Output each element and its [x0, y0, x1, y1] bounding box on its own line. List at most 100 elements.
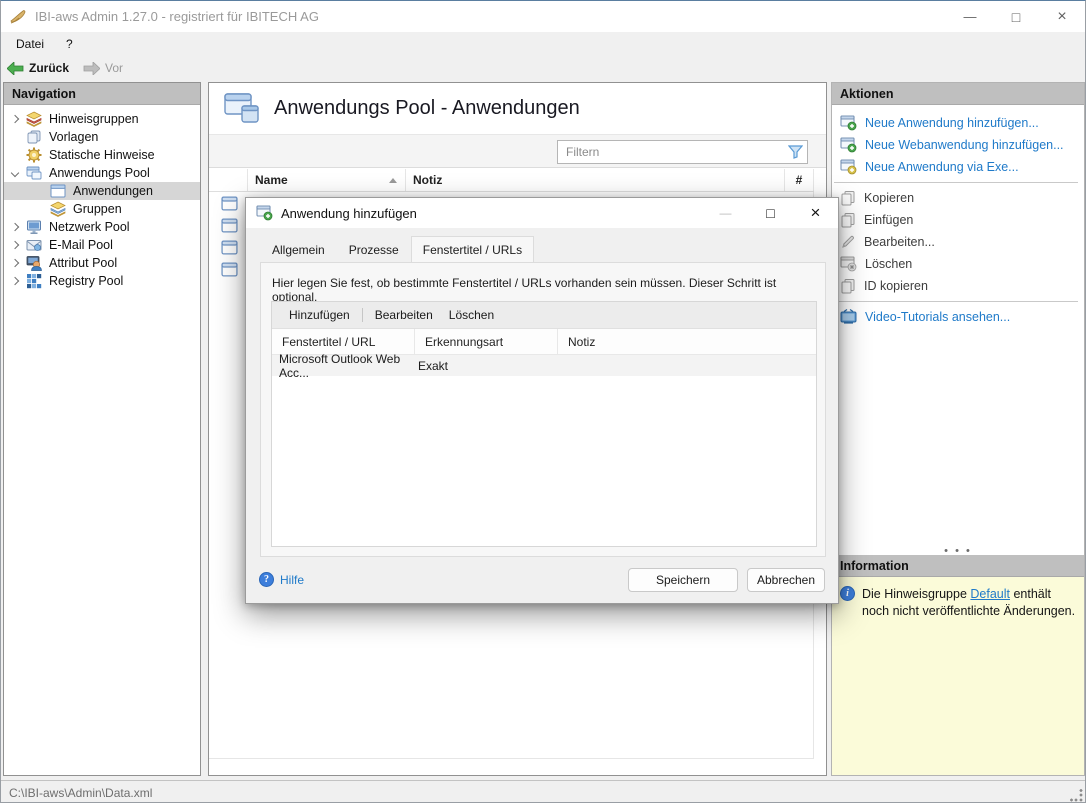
filter-input[interactable]	[558, 145, 783, 159]
cancel-button[interactable]: Abbrechen	[747, 568, 825, 592]
dialog-maximize-button[interactable]: □	[748, 198, 793, 228]
list-delete-button[interactable]: Löschen	[441, 304, 502, 326]
window-add-yellow-icon	[840, 159, 857, 175]
filter-box	[557, 140, 808, 164]
table-header-name[interactable]: Name	[248, 169, 406, 191]
dialog-list-row[interactable]: Microsoft Outlook Web Acc... Exakt	[272, 355, 816, 376]
anwendungen-header-icon	[224, 93, 260, 124]
main-header: Anwendungs Pool - Anwendungen	[209, 83, 826, 134]
grid-blue-icon	[26, 273, 43, 289]
nav-item-email-pool[interactable]: E-Mail Pool	[4, 236, 200, 254]
status-bar: C:\IBI-aws\Admin\Data.xml	[1, 780, 1085, 803]
nav-item-netzwerk-pool[interactable]: Netzwerk Pool	[4, 218, 200, 236]
forward-button[interactable]: Vor	[83, 61, 123, 75]
panel-splitter-grip[interactable]: • • •	[832, 546, 1084, 555]
dialog-title-bar[interactable]: Anwendung hinzufügen — □ ×	[246, 198, 838, 228]
paste-icon	[840, 212, 856, 228]
layers-gold-blue-icon	[50, 201, 67, 217]
nav-item-anwendungs-pool[interactable]: Anwendungs Pool	[4, 164, 200, 182]
action-kopieren[interactable]: Kopieren	[832, 187, 1084, 209]
actions-panel: Aktionen Neue Anwendung hinzufügen... Ne…	[831, 82, 1085, 776]
tab-prozesse[interactable]: Prozesse	[337, 238, 411, 262]
app-windows-icon	[26, 165, 43, 181]
filter-funnel-icon[interactable]	[783, 145, 807, 159]
action-video-tutorials[interactable]: Video-Tutorials ansehen...	[832, 306, 1084, 328]
default-group-link[interactable]: Default	[970, 587, 1010, 601]
information-text: Die Hinweisgruppe Default enthält noch n…	[862, 586, 1076, 775]
information-section: Information	[832, 555, 1084, 577]
dialog-list-box: Hinzufügen Bearbeiten Löschen Fenstertit…	[271, 301, 817, 547]
statusbar-path: C:\IBI-aws\Admin\Data.xml	[9, 786, 152, 800]
help-link[interactable]: ? Hilfe	[259, 572, 304, 587]
app-window-icon	[221, 218, 238, 233]
window-add-green-icon	[840, 137, 857, 153]
dialog-title: Anwendung hinzufügen	[281, 206, 417, 221]
action-neue-anwendung-via-exe[interactable]: Neue Anwendung via Exe...	[832, 156, 1084, 178]
nav-item-gruppen[interactable]: Gruppen	[4, 200, 200, 218]
action-id-kopieren[interactable]: ID kopieren	[832, 275, 1084, 297]
information-body: i Die Hinweisgruppe Default enthält noch…	[832, 577, 1084, 775]
actions-header: Aktionen	[832, 83, 1084, 105]
envelope-icon	[26, 237, 43, 253]
page-title: Anwendungs Pool - Anwendungen	[274, 97, 580, 120]
documents-icon	[26, 129, 43, 145]
sort-ascending-icon	[389, 178, 397, 183]
action-einfuegen[interactable]: Einfügen	[832, 209, 1084, 231]
person-monitor-icon	[26, 255, 43, 271]
copy-id-icon	[840, 278, 856, 294]
navigation-header: Navigation	[4, 83, 200, 105]
menu-help[interactable]: ?	[57, 34, 82, 54]
chevron-right-icon[interactable]	[4, 224, 26, 230]
minimize-button[interactable]: —	[947, 1, 993, 32]
list-edit-button[interactable]: Bearbeiten	[367, 304, 441, 326]
dialog-close-button[interactable]: ×	[793, 198, 838, 228]
action-bearbeiten[interactable]: Bearbeiten...	[832, 231, 1084, 253]
action-neue-anwendung[interactable]: Neue Anwendung hinzufügen...	[832, 112, 1084, 134]
actions-list: Neue Anwendung hinzufügen... Neue Webanw…	[832, 105, 1084, 328]
action-neue-webanwendung[interactable]: Neue Webanwendung hinzufügen...	[832, 134, 1084, 156]
table-header-count[interactable]: #	[785, 169, 814, 191]
menu-datei[interactable]: Datei	[7, 34, 53, 54]
maximize-button[interactable]: □	[993, 1, 1039, 32]
table-header-icon-col[interactable]	[209, 169, 248, 191]
list-add-button[interactable]: Hinzufügen	[281, 304, 358, 326]
help-circle-icon: ?	[259, 572, 274, 587]
chevron-right-icon[interactable]	[4, 116, 26, 122]
col-fenstertitel-url[interactable]: Fenstertitel / URL	[272, 329, 415, 354]
monitor-icon	[26, 219, 43, 235]
app-window-icon	[221, 196, 238, 211]
tab-fenstertitel-urls[interactable]: Fenstertitel / URLs	[411, 236, 534, 264]
chevron-down-icon[interactable]	[4, 170, 26, 176]
close-button[interactable]: ×	[1039, 1, 1085, 32]
col-notiz[interactable]: Notiz	[558, 329, 816, 354]
nav-item-hinweisgruppen[interactable]: Hinweisgruppen	[4, 110, 200, 128]
nav-item-anwendungen[interactable]: Anwendungen	[4, 182, 200, 200]
forward-arrow-icon	[83, 62, 100, 75]
video-tv-icon	[840, 309, 857, 325]
window-delete-icon	[840, 256, 857, 272]
chevron-right-icon[interactable]	[4, 242, 26, 248]
nav-item-vorlagen[interactable]: Vorlagen	[4, 128, 200, 146]
copy-icon	[840, 190, 856, 206]
tab-allgemein[interactable]: Allgemein	[260, 238, 337, 262]
pencil-icon	[840, 234, 856, 250]
table-header-notiz[interactable]: Notiz	[406, 169, 785, 191]
dialog-description: Hier legen Sie fest, ob bestimmte Fenste…	[261, 263, 825, 304]
col-erkennungsart[interactable]: Erkennungsart	[415, 329, 558, 354]
app-window-icon	[221, 240, 238, 255]
gear-gold-icon	[26, 147, 43, 163]
resize-grip-icon[interactable]	[1070, 789, 1083, 802]
navigation-toolbar: Zurück Vor	[1, 56, 1085, 80]
information-header: Information	[832, 555, 1084, 577]
nav-item-registry-pool[interactable]: Registry Pool	[4, 272, 200, 290]
menu-bar: Datei ?	[1, 32, 1085, 56]
nav-item-attribut-pool[interactable]: Attribut Pool	[4, 254, 200, 272]
nav-item-statische-hinweise[interactable]: Statische Hinweise	[4, 146, 200, 164]
chevron-right-icon[interactable]	[4, 278, 26, 284]
navigation-tree: Hinweisgruppen Vorlagen Statische Hinwei…	[4, 105, 200, 290]
save-button[interactable]: Speichern	[628, 568, 738, 592]
app-logo-icon	[10, 9, 28, 25]
action-loeschen[interactable]: Löschen	[832, 253, 1084, 275]
back-button[interactable]: Zurück	[7, 61, 69, 75]
chevron-right-icon[interactable]	[4, 260, 26, 266]
